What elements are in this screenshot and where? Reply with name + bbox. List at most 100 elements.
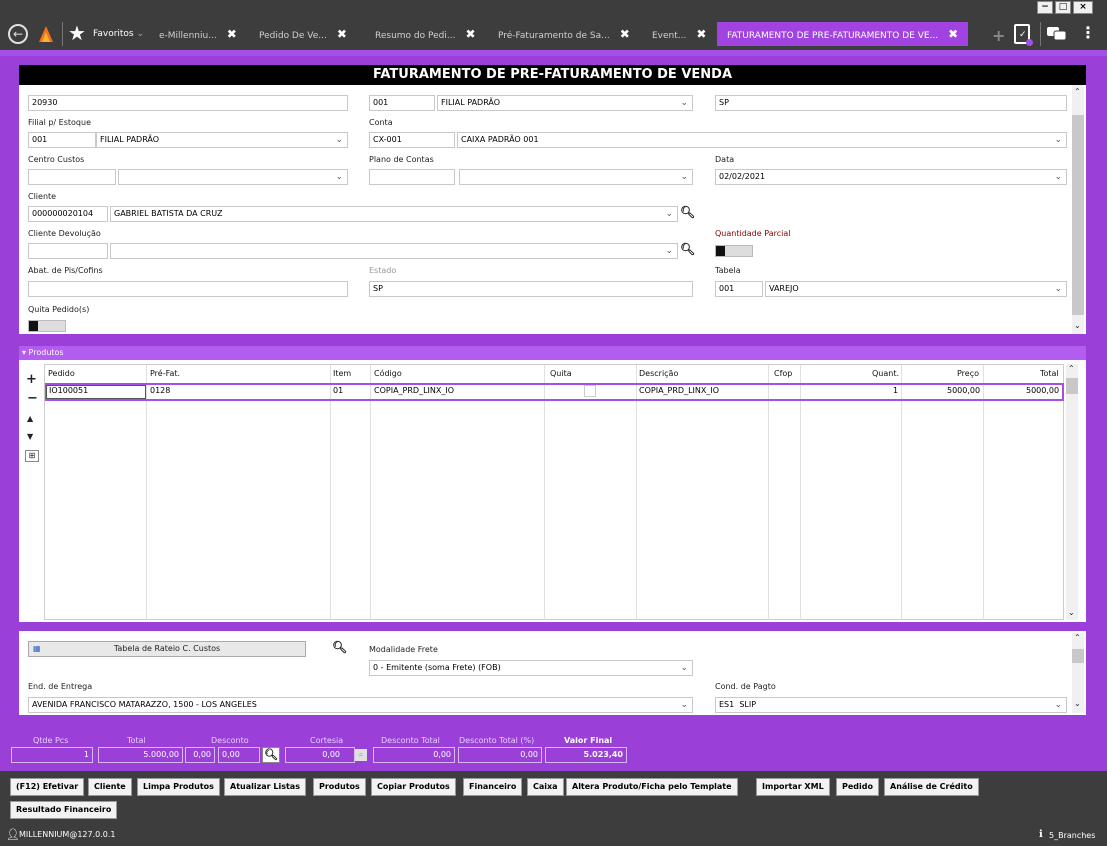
add-tab-icon[interactable]: + <box>992 26 1005 45</box>
maximize-button[interactable]: □ <box>1055 1 1071 14</box>
tabela-select[interactable]: VAREJO ⌄ <box>765 281 1067 297</box>
close-tab-icon[interactable]: ✖ <box>620 27 630 41</box>
modalidade-frete-select[interactable]: 0 - Emitente (soma Frete) (FOB) ⌄ <box>369 660 693 676</box>
column-header-cfop[interactable]: Cfop <box>774 369 792 378</box>
efetivar-button[interactable]: (F12) Efetivar <box>10 778 85 796</box>
scroll-down-icon[interactable]: ⌄ <box>1068 608 1075 617</box>
move-up-icon[interactable]: ▲ <box>27 414 33 423</box>
centro-custos-select[interactable]: ⌄ <box>118 169 348 185</box>
rateio-button[interactable]: ▦ Tabela de Rateio C. Custos <box>28 641 306 657</box>
products-section-header[interactable]: ▾ Produtos <box>19 346 1086 360</box>
close-window-button[interactable]: × <box>1073 1 1093 14</box>
analise-credito-button[interactable]: Análise de Crédito <box>884 778 979 796</box>
cell-prefat[interactable]: 0128 <box>150 386 170 395</box>
more-menu-icon[interactable]: ⋮ <box>1080 22 1096 44</box>
altera-produto-button[interactable]: Altera Produto/Ficha pelo Template <box>566 778 738 796</box>
cell-item[interactable]: 01 <box>333 386 343 395</box>
minimize-button[interactable]: − <box>1037 1 1053 14</box>
scroll-up-icon[interactable]: ⌃ <box>1068 364 1075 373</box>
cliente-button[interactable]: Cliente <box>88 778 132 796</box>
tab-pre-faturamento[interactable]: Pré-Faturamento de Sa... ✖ <box>498 24 630 44</box>
filial-estoque-code[interactable]: 001 <box>28 132 96 148</box>
column-header-item[interactable]: Item <box>333 369 351 378</box>
column-header-prefat[interactable]: Pré-Fat. <box>150 369 180 378</box>
search-icon[interactable]: 🔍︎ <box>680 242 695 256</box>
bottom-scrollbar[interactable]: ⌃ ⌄ <box>1072 633 1084 713</box>
caixa-button[interactable]: Caixa <box>527 778 564 796</box>
cell-quant[interactable]: 1 <box>893 386 898 395</box>
romaneio-input[interactable]: 20930 <box>28 95 348 111</box>
desconto-value-1[interactable]: 0,00 <box>185 747 215 763</box>
move-down-icon[interactable]: ▼ <box>27 432 33 441</box>
column-header-total[interactable]: Total <box>1040 369 1059 378</box>
scroll-thumb[interactable] <box>1066 378 1078 394</box>
centro-custos-code[interactable] <box>28 169 116 185</box>
tab-emillennium[interactable]: e-Millenniu... ✖ <box>159 24 237 44</box>
tab-favorites[interactable]: Favoritos ⌄ <box>93 24 144 44</box>
close-tab-icon[interactable]: ✖ <box>337 27 347 41</box>
cliente-select[interactable]: GABRIEL BATISTA DA CRUZ ⌄ <box>110 206 678 222</box>
cell-codigo[interactable]: COPIA_PRD_LINX_IO <box>374 386 454 395</box>
close-tab-icon[interactable]: ✖ <box>227 27 237 41</box>
close-tab-icon[interactable]: ✖ <box>465 27 475 41</box>
column-header-codigo[interactable]: Código <box>374 369 402 378</box>
end-entrega-select[interactable]: AVENIDA FRANCISCO MATARAZZO, 1500 - LOS … <box>28 697 693 713</box>
filial-code-input[interactable]: 001 <box>369 95 435 111</box>
plano-contas-select[interactable]: ⌄ <box>459 169 693 185</box>
financeiro-button[interactable]: Financeiro <box>463 778 523 796</box>
chat-icon[interactable] <box>1047 27 1067 41</box>
conta-select[interactable]: CAIXA PADRÃO 001 ⌄ <box>457 132 1067 148</box>
atualizar-listas-button[interactable]: Atualizar Listas <box>224 778 306 796</box>
scroll-down-icon[interactable]: ⌄ <box>1074 321 1081 330</box>
filial-estoque-select[interactable]: FILIAL PADRÃO ⌄ <box>96 132 348 148</box>
plano-contas-code[interactable] <box>369 169 455 185</box>
pedido-button[interactable]: Pedido <box>836 778 879 796</box>
tab-event[interactable]: Event... ✖ <box>652 24 706 44</box>
column-header-preco[interactable]: Preço <box>957 369 979 378</box>
conta-code[interactable]: CX-001 <box>369 132 455 148</box>
desconto-value-2[interactable]: 0,00 <box>218 747 260 763</box>
copiar-produtos-button[interactable]: Copiar Produtos <box>371 778 456 796</box>
search-icon[interactable]: 🔍︎ <box>680 205 695 219</box>
star-icon[interactable]: ★ <box>68 22 86 44</box>
search-icon[interactable]: 🔍︎ <box>262 747 280 763</box>
tab-resumo-pedido[interactable]: Resumo do Pedi... ✖ <box>375 24 476 44</box>
table-row[interactable] <box>45 383 1064 401</box>
column-header-descricao[interactable]: Descrição <box>639 369 678 378</box>
tab-pedido-venda[interactable]: Pedido De Ve... ✖ <box>259 24 347 44</box>
cell-total[interactable]: 5000,00 <box>1026 386 1059 395</box>
scroll-thumb[interactable] <box>1072 649 1084 663</box>
scroll-up-icon[interactable]: ⌃ <box>1074 633 1081 642</box>
form-scrollbar[interactable]: ⌃ ⌄ <box>1072 85 1084 334</box>
cliente-devolucao-select[interactable]: ⌄ <box>110 243 678 259</box>
scroll-down-icon[interactable]: ⌄ <box>1074 699 1081 708</box>
limpa-produtos-button[interactable]: Limpa Produtos <box>137 778 220 796</box>
cell-descricao[interactable]: COPIA_PRD_LINX_IO <box>639 386 719 395</box>
data-input[interactable]: 02/02/2021 ⌄ <box>715 169 1067 185</box>
column-header-pedido[interactable]: Pedido <box>48 369 75 378</box>
search-icon[interactable]: 🔍︎ <box>332 640 347 654</box>
scroll-thumb[interactable] <box>1072 115 1084 315</box>
column-header-quita[interactable]: Quita <box>550 369 572 378</box>
produtos-button[interactable]: Produtos <box>313 778 366 796</box>
cliente-devolucao-code[interactable] <box>28 243 108 259</box>
filial-select[interactable]: FILIAL PADRÃO ⌄ <box>437 95 693 111</box>
cond-pagto-select[interactable]: ES1 SLIP ⌄ <box>715 697 1067 713</box>
close-tab-icon[interactable]: ✖ <box>696 27 706 41</box>
tabela-code[interactable]: 001 <box>715 281 763 297</box>
cliente-code[interactable]: 000000020104 <box>28 206 108 222</box>
abat-pis-cofins-input[interactable] <box>28 281 348 297</box>
cell-preco[interactable]: 5000,00 <box>947 386 980 395</box>
tab-faturamento[interactable]: FATURAMENTO DE PRE-FATURAMENTO DE VE... ✖ <box>717 22 969 46</box>
expand-icon[interactable]: ⊞ <box>25 450 39 462</box>
resultado-financeiro-button[interactable]: Resultado Financeiro <box>10 801 118 819</box>
quita-checkbox[interactable] <box>584 385 596 397</box>
scroll-up-icon[interactable]: ⌃ <box>1074 87 1081 96</box>
grid-scrollbar[interactable]: ⌃ ⌄ <box>1066 364 1078 620</box>
clipboard-icon[interactable]: ✓ <box>1014 24 1033 46</box>
cell-pedido[interactable]: IO100051 <box>49 386 88 395</box>
column-header-quant[interactable]: Quant. <box>872 369 899 378</box>
back-arrow-icon[interactable]: ← <box>8 24 28 44</box>
add-row-icon[interactable]: + <box>26 372 37 387</box>
remove-row-icon[interactable]: − <box>27 391 38 406</box>
